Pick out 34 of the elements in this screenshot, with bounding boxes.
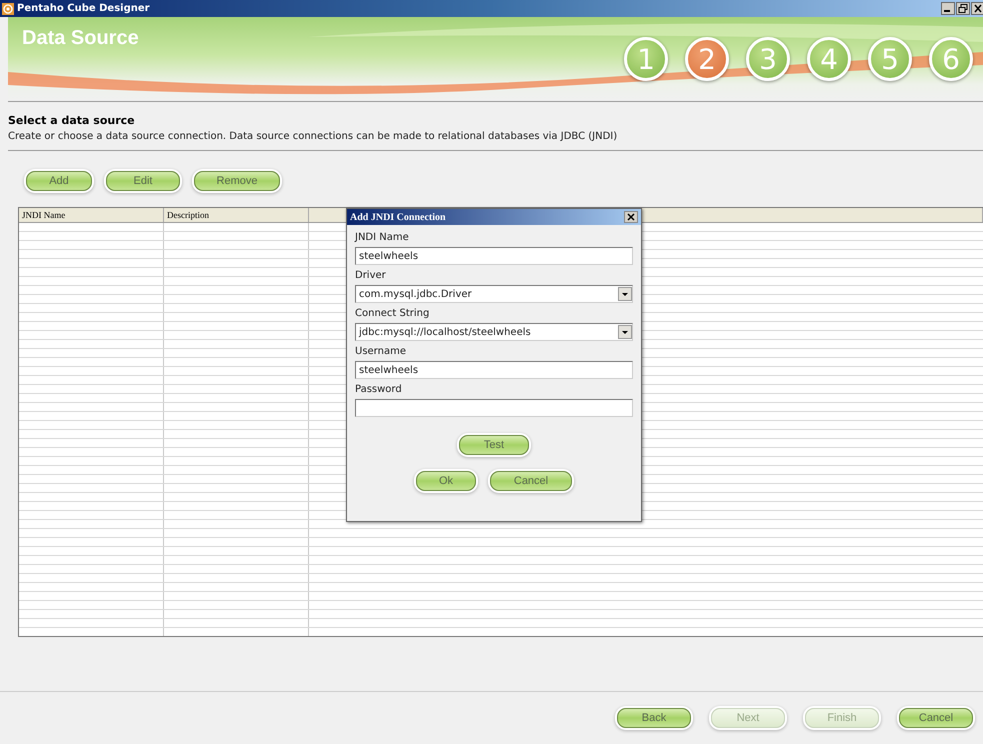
footer-button[interactable]: Cancel	[899, 708, 973, 728]
toolbar-button[interactable]: Add	[26, 171, 92, 191]
minimize-icon[interactable]	[941, 2, 955, 15]
close-icon	[627, 213, 635, 221]
field-label: JNDI Name	[355, 232, 410, 243]
column-header: Description	[164, 208, 309, 222]
section-heading: Select a data source	[8, 114, 136, 127]
dialog-button[interactable]: Cancel	[490, 471, 572, 491]
close-button[interactable]	[624, 211, 638, 223]
password-field[interactable]	[355, 399, 633, 417]
dropdown-field[interactable]: com.mysql.jdbc.Driver	[355, 285, 633, 303]
input-field[interactable]: steelwheels	[355, 247, 633, 265]
field-label: Driver	[355, 270, 387, 281]
section-description: Create or choose a data source connection. Data source connections can be made to relational databases via JDBC (JNDI)	[8, 131, 618, 142]
footer-button[interactable]: Back	[617, 708, 691, 728]
restore-icon[interactable]	[956, 2, 970, 15]
input-field[interactable]: steelwheels	[355, 361, 633, 379]
window-title: Pentaho Cube Designer	[17, 3, 150, 14]
dropdown-field[interactable]: jdbc:mysql://localhost/steelwheels	[355, 323, 633, 341]
step-indicator[interactable]: 2	[685, 37, 729, 81]
spiral-icon	[2, 2, 14, 14]
field-label: Connect String	[355, 308, 430, 319]
dropdown-icon[interactable]	[618, 325, 632, 339]
dialog-button[interactable]: Ok	[416, 471, 476, 491]
toolbar-button[interactable]: Edit	[106, 171, 180, 191]
dropdown-icon[interactable]	[618, 287, 632, 301]
field-label: Username	[355, 346, 407, 357]
dialog-title: Add JNDI Connection	[350, 212, 446, 222]
close-icon[interactable]	[971, 2, 983, 15]
column-header: JNDI Name	[19, 208, 164, 222]
toolbar-button[interactable]: Remove	[194, 171, 280, 191]
page-title: Data Source	[22, 27, 139, 50]
field-label: Password	[355, 384, 403, 395]
test-button[interactable]: Test	[459, 435, 529, 455]
